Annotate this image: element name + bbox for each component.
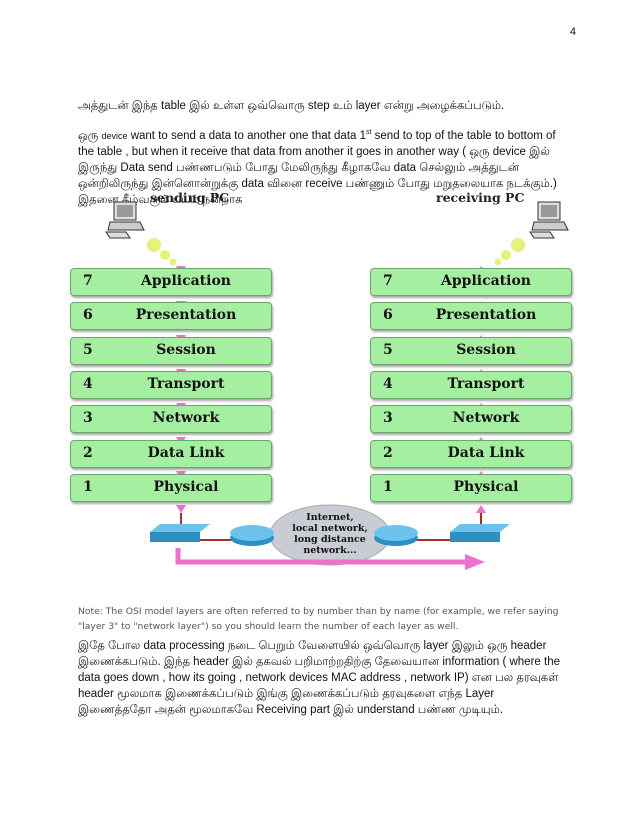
layer-name: Application: [441, 273, 531, 289]
cloud-line: long distance: [294, 534, 366, 545]
layer-number: 4: [83, 375, 93, 392]
header-paragraph: இதே போல data processing நடை பெறும் வேளைய…: [78, 640, 560, 716]
layer-number: 3: [83, 410, 93, 427]
layer-1: 1 Physical: [70, 473, 272, 502]
sending-pc-icon: [105, 201, 145, 239]
sending-pc-label: sending PC: [150, 190, 230, 205]
layer-name: Application: [141, 273, 231, 289]
layer-name: Transport: [147, 375, 225, 392]
router-right-icon: [374, 525, 418, 546]
layer-4: 4 Transport: [370, 370, 572, 399]
layer-number: 1: [83, 478, 93, 495]
cloud-line: local network,: [292, 523, 368, 534]
intro-paragraph: அத்துடன் இந்த table இல் உள்ள ஒவ்வொரு ste…: [78, 100, 505, 112]
layer-5: 5 Session: [70, 336, 272, 365]
layer-number: 5: [83, 341, 93, 358]
layer-name: Data Link: [147, 444, 225, 461]
layer-number: 2: [83, 444, 93, 461]
layer-3: 3 Network: [370, 405, 572, 434]
layer-name: Session: [156, 341, 216, 358]
router-left-icon: [230, 525, 274, 546]
cloud-label: Internet, local network, long distance netw…: [280, 512, 380, 556]
layer-number: 1: [383, 478, 393, 495]
layer-3: 3 Network: [70, 405, 272, 434]
layer-4: 4 Transport: [70, 370, 272, 399]
layer-name: Transport: [447, 375, 525, 392]
osi-diagram: sending PC receiving PC 7 Application 6 Pre…: [70, 190, 572, 580]
receiving-pc-icon: [529, 201, 569, 239]
switch-right-icon: [450, 524, 510, 542]
layer-7: 7 Application: [70, 268, 272, 296]
layer-name: Network: [152, 410, 220, 427]
layer-name: Presentation: [435, 307, 537, 324]
layer-number: 6: [383, 307, 393, 324]
layer-name: Physical: [453, 478, 519, 495]
layer-name: Physical: [153, 478, 219, 495]
sending-signal-dots: [147, 238, 177, 266]
layer-2: 2 Data Link: [370, 439, 572, 468]
cloud-line: network...: [303, 545, 357, 556]
layer-number: 3: [383, 410, 393, 427]
layer-name: Session: [456, 341, 516, 358]
paragraph-prefix: ஒரு: [78, 129, 99, 142]
receiving-pc-label: receiving PC: [436, 190, 525, 205]
paragraph-small-word: device: [101, 130, 128, 141]
layer-1: 1 Physical: [370, 473, 572, 502]
layer-6: 6 Presentation: [70, 302, 272, 331]
layer-6: 6 Presentation: [370, 302, 572, 331]
layer-7: 7 Application: [370, 268, 572, 296]
note-text: Note: The OSI model layers are often ref…: [78, 606, 559, 632]
cloud-line: Internet,: [306, 512, 354, 523]
layer-number: 4: [383, 375, 393, 392]
layer-number: 7: [383, 273, 393, 289]
layer-number: 7: [83, 273, 93, 289]
layer-name: Network: [452, 410, 520, 427]
layer-number: 6: [83, 307, 93, 324]
page-number: 4: [569, 26, 576, 38]
layer-2: 2 Data Link: [70, 439, 272, 468]
layer-number: 5: [383, 341, 393, 358]
layer-number: 2: [383, 444, 393, 461]
layer-name: Data Link: [447, 444, 525, 461]
paragraph-text-a: want to send a data to another one that …: [127, 129, 367, 142]
layer-name: Presentation: [135, 307, 237, 324]
receiving-signal-dots: [494, 238, 525, 266]
layer-5: 5 Session: [370, 336, 572, 365]
